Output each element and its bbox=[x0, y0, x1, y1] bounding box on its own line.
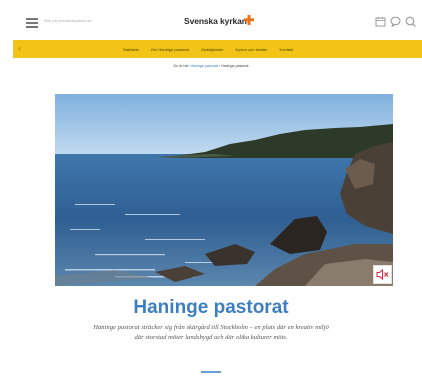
nav-item-startsida[interactable]: Startsida bbox=[123, 47, 139, 52]
search-icon[interactable] bbox=[405, 16, 416, 27]
calendar-icon[interactable] bbox=[375, 16, 386, 27]
sound-toggle-button[interactable] bbox=[373, 265, 392, 284]
breadcrumb-link[interactable]: Haninge pastorat bbox=[191, 64, 218, 68]
page-title: Haninge pastorat bbox=[133, 297, 289, 318]
speaker-icon bbox=[376, 268, 389, 281]
cross-logo-icon bbox=[244, 15, 254, 25]
breadcrumb-current: Haninge pastorat bbox=[221, 64, 249, 68]
hero-image bbox=[55, 94, 393, 286]
site-header: Sök på svenskakyrkan.se Svenska kyrkan bbox=[0, 0, 422, 40]
breadcrumb: Du är här: Haninge pastorat › Haninge pa… bbox=[0, 64, 422, 68]
nav-item-kyrkor[interactable]: Kyrkor och lokaler bbox=[236, 47, 268, 52]
header-search-text[interactable]: Sök på svenskakyrkan.se bbox=[44, 18, 92, 23]
nav-item-gudstjanster[interactable]: Gudstjänster bbox=[201, 47, 224, 52]
nav-item-kontakt[interactable]: Kontakt bbox=[280, 47, 294, 52]
nav-items: Startsida Om Haninge pastorat Gudstjänst… bbox=[123, 40, 293, 58]
brand-logo-text[interactable]: Svenska kyrkan bbox=[184, 16, 247, 26]
main-navigation: ‹ Startsida Om Haninge pastorat Gudstjän… bbox=[13, 40, 422, 58]
section-divider bbox=[201, 371, 221, 373]
hamburger-icon[interactable] bbox=[26, 18, 38, 28]
breadcrumb-separator: › bbox=[218, 64, 221, 68]
nav-back-button[interactable]: ‹ bbox=[13, 40, 26, 58]
nav-item-om[interactable]: Om Haninge pastorat bbox=[151, 47, 189, 52]
intro-text: Haninge pastorat sträcker sig från skärg… bbox=[93, 324, 329, 341]
chat-icon[interactable] bbox=[390, 16, 401, 27]
breadcrumb-prefix: Du är här: bbox=[173, 64, 190, 68]
